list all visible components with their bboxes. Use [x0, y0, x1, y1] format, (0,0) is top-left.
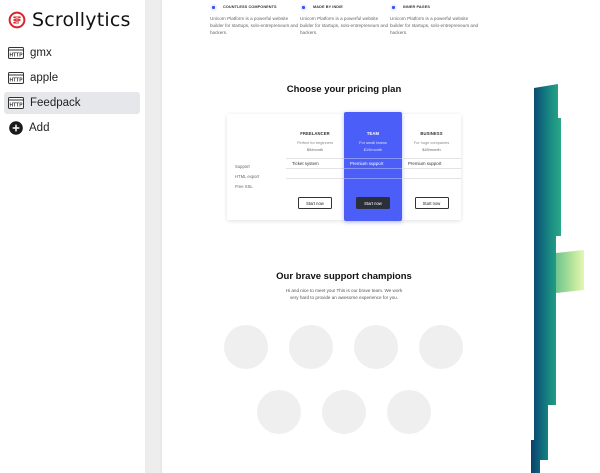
- support-title: Our brave support champions: [276, 271, 412, 282]
- plan-cell: [402, 178, 461, 188]
- team-avatar: [322, 390, 366, 434]
- pricing-table: Support HTML export Free SSL FREELANCER …: [227, 112, 461, 221]
- http-icon: HTTP: [8, 72, 24, 84]
- sidebar-item-gmx[interactable]: HTTP gmx: [4, 42, 140, 64]
- website-preview[interactable]: COUNTLESS COMPONENTS Unicorn Platform is…: [162, 0, 526, 473]
- plan-business: BUSINESS For huge companies $49/month Pr…: [402, 114, 461, 220]
- svg-text:HTTP: HTTP: [9, 103, 23, 109]
- plan-name: FREELANCER: [300, 131, 330, 136]
- plan-price: $19/month: [363, 147, 383, 152]
- pages-icon: [390, 3, 397, 11]
- team-avatar: [354, 325, 398, 369]
- feature-title: MADE BY INDIE: [313, 5, 343, 9]
- plan-cell: [344, 168, 402, 178]
- gradient-art: [531, 84, 584, 473]
- sidebar-item-label: apple: [30, 72, 59, 84]
- plan-cell: [402, 168, 461, 178]
- feature-desc: Unicorn Platform is a powerful website b…: [300, 16, 389, 35]
- start-now-button[interactable]: Start now: [298, 197, 332, 209]
- plan-sub: For huge companies: [413, 140, 450, 145]
- indie-icon: [300, 3, 307, 11]
- plan-price: $9/month: [306, 147, 324, 152]
- plus-circle-icon: [9, 121, 23, 135]
- components-icon: [210, 3, 217, 11]
- plan-sub: For small teams: [359, 140, 387, 145]
- sidebar: Scrollytics HTTP gmx HTTP apple HTTP Fee…: [0, 0, 145, 473]
- svg-text:HTTP: HTTP: [9, 78, 23, 84]
- plan-sub: Perfect for beginners: [296, 140, 334, 145]
- feature-title: INNER PAGES: [403, 5, 430, 9]
- plan-price: $49/month: [422, 147, 441, 152]
- feature-label: HTML export: [235, 174, 260, 179]
- feature-item: INNER PAGES Unicorn Platform is a powerf…: [390, 3, 482, 36]
- team-avatar: [419, 325, 463, 369]
- plan-cell: Premium support: [344, 158, 402, 168]
- add-label: Add: [29, 122, 50, 134]
- plan-cell: [286, 178, 344, 188]
- plan-cell: [344, 178, 402, 188]
- support-desc: Hi and nice to meet you! This is our bra…: [285, 288, 403, 300]
- app-title: Scrollytics: [32, 9, 131, 31]
- team-avatar: [224, 325, 268, 369]
- svg-text:HTTP: HTTP: [9, 53, 23, 59]
- plan-cell: Ticket system: [286, 158, 344, 168]
- plan-cell: Premium support: [402, 158, 461, 168]
- feature-label: Support: [235, 164, 250, 169]
- start-now-button[interactable]: Start now: [356, 197, 390, 209]
- plan-rows: Ticket system: [286, 158, 344, 188]
- sidebar-item-feedpack[interactable]: HTTP Feedpack: [4, 92, 140, 114]
- http-icon: HTTP: [8, 47, 24, 59]
- feature-item: MADE BY INDIE Unicorn Platform is a powe…: [300, 3, 392, 36]
- plan-name: BUSINESS: [420, 131, 443, 136]
- add-site-button[interactable]: Add: [4, 117, 140, 139]
- plan-team: TEAM For small teams $19/month Premium s…: [344, 112, 402, 221]
- plan-cell: [286, 168, 344, 178]
- plan-rows: Premium support: [402, 158, 461, 188]
- pricing-feature-labels: Support HTML export Free SSL: [235, 162, 285, 192]
- feature-desc: Unicorn Platform is a powerful website b…: [390, 16, 479, 35]
- sidebar-item-apple[interactable]: HTTP apple: [4, 67, 140, 89]
- start-now-button[interactable]: Start now: [414, 197, 449, 209]
- sidebar-item-label: gmx: [30, 47, 52, 59]
- feature-item: COUNTLESS COMPONENTS Unicorn Platform is…: [210, 3, 302, 36]
- brand[interactable]: Scrollytics: [8, 9, 131, 31]
- team-avatar: [387, 390, 431, 434]
- pricing-title: Choose your pricing plan: [286, 84, 402, 95]
- feature-title: COUNTLESS COMPONENTS: [223, 5, 277, 9]
- feature-desc: Unicorn Platform is a powerful website b…: [210, 16, 299, 35]
- plan-freelancer: FREELANCER Perfect for beginners $9/mont…: [286, 114, 344, 220]
- plan-name: TEAM: [366, 131, 380, 136]
- team-avatar: [289, 325, 333, 369]
- feature-label: Free SSL: [235, 184, 253, 189]
- http-icon: HTTP: [8, 97, 24, 109]
- decorative-gradient-strip: [526, 0, 600, 473]
- scrollytics-logo-icon: [8, 11, 26, 29]
- sidebar-item-label: Feedpack: [30, 97, 81, 109]
- plan-rows: Premium support: [344, 158, 402, 188]
- team-avatar: [257, 390, 301, 434]
